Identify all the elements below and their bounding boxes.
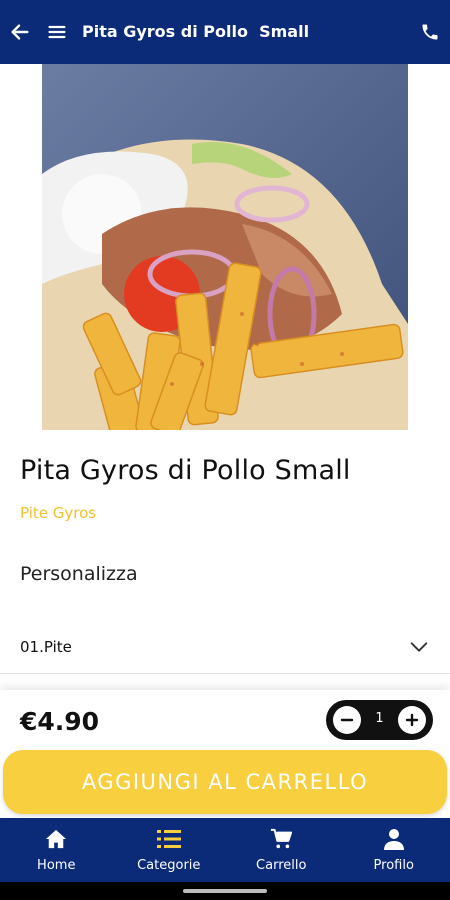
tab-label: Categorie — [137, 858, 201, 873]
tab-label: Home — [37, 858, 76, 873]
tab-carrello[interactable]: Carrello — [225, 818, 338, 882]
plus-icon — [405, 713, 419, 727]
customize-title: Personalizza — [20, 563, 138, 585]
option-label: 01.Pite — [20, 638, 72, 656]
app-header: Pita Gyros di Pollo Small — [0, 0, 450, 64]
arrow-left-icon[interactable] — [8, 20, 32, 44]
option-accordion-pite[interactable]: 01.Pite — [0, 620, 450, 674]
home-icon — [44, 828, 68, 850]
cart-bar: €4.90 1 AGGIUNGI AL CARRELLO — [0, 690, 450, 818]
add-to-cart-button[interactable]: AGGIUNGI AL CARRELLO — [3, 750, 447, 814]
tab-home[interactable]: Home — [0, 818, 113, 882]
phone-icon[interactable] — [418, 20, 442, 44]
tab-categorie[interactable]: Categorie — [113, 818, 226, 882]
increment-button[interactable] — [398, 706, 426, 734]
system-navigation-bar — [0, 882, 450, 900]
tab-profilo[interactable]: Profilo — [338, 818, 450, 882]
tab-label: Carrello — [256, 858, 307, 873]
hamburger-icon[interactable] — [45, 20, 69, 44]
list-icon — [156, 828, 181, 850]
page-title: Pita Gyros di Pollo Small — [82, 22, 310, 41]
home-gesture-handle[interactable] — [183, 889, 267, 893]
cart-icon — [269, 828, 293, 850]
product-name: Pita Gyros di Pollo Small — [20, 455, 351, 486]
quantity-stepper: 1 — [326, 700, 433, 740]
product-photo — [42, 64, 408, 430]
tab-label: Profilo — [373, 858, 414, 873]
product-category-link[interactable]: Pite Gyros — [20, 504, 96, 522]
user-icon — [382, 828, 406, 850]
chevron-down-icon[interactable] — [408, 636, 430, 663]
product-price: €4.90 — [20, 707, 100, 736]
bottom-tab-bar: Home Categorie Carrello Profilo — [0, 818, 450, 882]
